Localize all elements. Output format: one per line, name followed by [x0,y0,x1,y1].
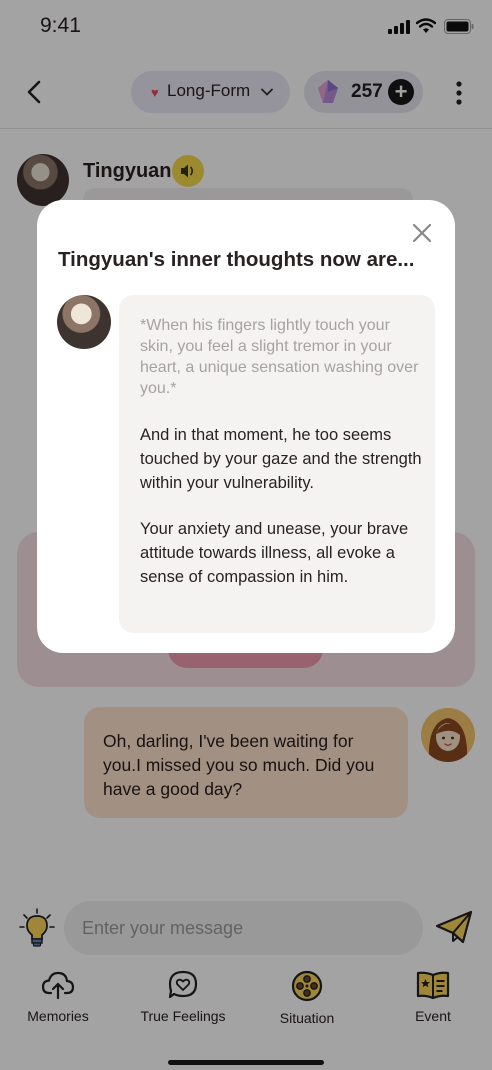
modal-character-avatar [57,295,111,349]
thought-paragraph-1: And in that moment, he too seems touched… [140,426,422,492]
thought-narration: *When his fingers lightly touch your ski… [140,317,419,397]
thought-paragraph-2: Your anxiety and unease, your brave atti… [140,520,409,586]
modal-title: Tingyuan's inner thoughts now are... [58,248,415,271]
close-icon[interactable] [411,222,433,244]
home-indicator [168,1060,324,1065]
inner-thoughts-modal: Tingyuan's inner thoughts now are... *Wh… [37,200,455,653]
thought-card: *When his fingers lightly touch your ski… [119,295,435,633]
